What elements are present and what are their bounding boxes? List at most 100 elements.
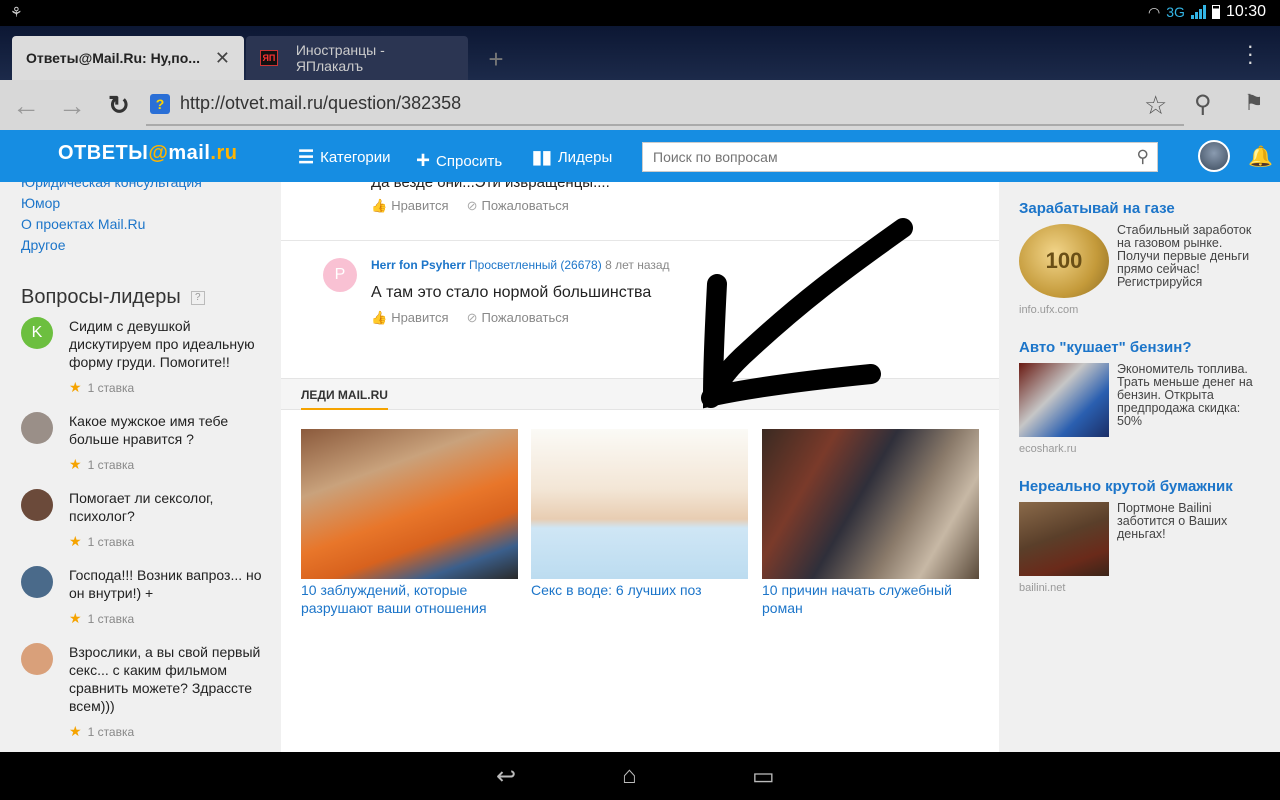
nav-ask[interactable]: + Спросить [416, 147, 502, 175]
recent-apps-icon[interactable]: ▭ [752, 762, 775, 791]
tab-active[interactable]: Ответы@Mail.Ru: Ну,по... ✕ [12, 36, 244, 80]
answer-author[interactable]: Herr fon Psyherr [371, 258, 466, 272]
article-caption[interactable]: 10 заблуждений, которые разрушают ваши о… [301, 581, 518, 617]
report-icon: ⊘ [466, 198, 478, 213]
tab-ladies[interactable]: ЛЕДИ MAIL.RU [301, 388, 388, 410]
report-button[interactable]: ⊘ Пожаловаться [467, 310, 569, 326]
bet-text: 1 ставка [87, 725, 135, 739]
search-icon[interactable]: ⚲ [1137, 147, 1149, 167]
bell-icon[interactable]: 🔔 [1248, 144, 1273, 169]
search-input[interactable] [643, 143, 1103, 171]
report-icon: ⊘ [466, 310, 478, 325]
help-icon[interactable]: ? [190, 290, 205, 305]
ad-block[interactable]: Авто "кушает" бензин? Экономитель топлив… [1019, 339, 1269, 455]
like-button[interactable]: 👍 Нравится [371, 310, 449, 326]
category-link[interactable]: Юридическая консультация [21, 182, 202, 190]
page-content: Юридическая консультация Юмор О проектах… [0, 182, 1280, 752]
article-image[interactable] [762, 429, 979, 579]
bet-text: 1 ставка [87, 381, 135, 395]
tab-inactive[interactable]: ЯП Иностранцы - ЯПлакалъ [246, 36, 468, 80]
home-nav-icon[interactable]: ⌂ [622, 762, 637, 790]
avatar[interactable]: P [323, 258, 357, 292]
site-header: ОТВЕТЫ@mail.ru ☰ Категории + Спросить ▮▮ Ли… [0, 130, 1280, 182]
clock: 10:30 [1225, 3, 1266, 20]
article-image[interactable] [301, 429, 518, 579]
forward-icon[interactable]: → [58, 90, 86, 122]
ad-description: Портмоне Bailini заботится о Ваших деньг… [1117, 501, 1228, 541]
ad-source: bailini.net [1019, 582, 1066, 594]
answer-text: Да везде они...Эти извращенцы.... [371, 182, 610, 191]
question-text[interactable]: Какое мужское имя тебе больше нравится ? [69, 412, 269, 448]
article-caption[interactable]: Секс в воде: 6 лучших поз [531, 581, 748, 599]
leaders-title: Вопросы-лидеры? [21, 286, 205, 309]
report-button[interactable]: ⊘ Пожаловаться [467, 198, 569, 214]
ad-block[interactable]: Нереально крутой бумажник Портмоне Baili… [1019, 478, 1269, 594]
bookmark-star-icon[interactable]: ☆ [1144, 90, 1167, 121]
article-image[interactable] [531, 429, 748, 579]
ad-block[interactable]: Зарабатывай на газе 100 Стабильный зараб… [1019, 200, 1269, 316]
wifi-icon: ◠ [1148, 3, 1161, 20]
thumb-up-icon: 👍 [371, 310, 388, 325]
back-icon[interactable]: ← [12, 90, 40, 122]
user-avatar[interactable] [1198, 140, 1230, 172]
ad-image[interactable] [1019, 363, 1109, 437]
search-icon[interactable]: ⚲ [1194, 90, 1212, 119]
yaplakal-favicon-icon: ЯП [260, 50, 278, 66]
article-caption[interactable]: 10 причин начать служебный роман [762, 581, 979, 617]
site-favicon-icon: ? [150, 94, 170, 114]
answer-actions: 👍 Нравится ⊘ Пожаловаться [371, 198, 569, 214]
star-icon: ★ [69, 379, 82, 395]
answer-actions: 👍 Нравится ⊘ Пожаловаться [371, 310, 569, 326]
thumb-up-icon: 👍 [371, 198, 388, 213]
signal-icon [1190, 5, 1206, 19]
reload-icon[interactable]: ↻ [108, 90, 130, 121]
network-type: 3G [1166, 4, 1185, 20]
ad-title[interactable]: Авто "кушает" бензин? [1019, 339, 1269, 356]
question-text[interactable]: Господа!!! Возник вапроз... но он внутри… [69, 566, 269, 602]
new-tab-button[interactable]: + [474, 44, 518, 80]
like-label: Нравится [391, 198, 449, 213]
question-text[interactable]: Сидим с девушкой дискутируем про идеальн… [69, 317, 269, 371]
author-rank[interactable]: Просветленный (26678) [469, 258, 602, 272]
avatar: K [21, 317, 53, 349]
star-icon: ★ [69, 533, 82, 549]
article-card[interactable]: 10 заблуждений, которые разрушают ваши о… [301, 429, 518, 617]
question-text[interactable]: Помогает ли сексолог, психолог? [69, 489, 269, 525]
answer-text: А там это стало нормой большинства [371, 284, 652, 301]
bet-count: ★ 1 ставка [69, 456, 134, 473]
like-button[interactable]: 👍 Нравится [371, 198, 449, 214]
main-column: Да везде они...Эти извращенцы.... 👍 Нрави… [281, 182, 999, 752]
bookmarks-icon[interactable]: ⚑ [1244, 90, 1264, 116]
status-icons: ◠ 3G 10:30 [1148, 3, 1266, 21]
category-link[interactable]: Юмор [21, 195, 60, 211]
nav-categories[interactable]: ☰ Категории [298, 147, 391, 168]
ad-image[interactable]: 100 [1019, 224, 1109, 298]
category-link[interactable]: О проектах Mail.Ru [21, 216, 145, 232]
overflow-menu-icon[interactable]: · · · [1247, 35, 1254, 73]
tab-title: Ответы@Mail.Ru: Ну,по... [26, 50, 200, 66]
like-label: Нравится [391, 310, 449, 325]
category-link[interactable]: Другое [21, 237, 65, 253]
ad-image[interactable] [1019, 502, 1109, 576]
article-card[interactable]: 10 причин начать служебный роман [762, 429, 979, 617]
nav-label: Лидеры [557, 149, 613, 166]
ad-title[interactable]: Зарабатывай на газе [1019, 200, 1269, 217]
bet-text: 1 ставка [87, 535, 135, 549]
right-sidebar: Зарабатывай на газе 100 Стабильный зараб… [1000, 182, 1280, 752]
avatar [21, 489, 53, 521]
avatar [21, 566, 53, 598]
report-label: Пожаловаться [481, 310, 569, 325]
url-field[interactable]: http://otvet.mail.ru/question/382358 [180, 93, 461, 114]
bet-count: ★ 1 ставка [69, 723, 134, 740]
ad-source: info.ufx.com [1019, 304, 1079, 316]
close-tab-icon[interactable]: ✕ [215, 48, 230, 69]
article-card[interactable]: Секс в воде: 6 лучших поз [531, 429, 748, 599]
ad-title[interactable]: Нереально крутой бумажник [1019, 478, 1269, 495]
nav-leaders[interactable]: ▮▮ Лидеры [532, 147, 612, 168]
question-text[interactable]: Взрослики, а вы свой первый секс... с ка… [69, 643, 269, 715]
site-logo[interactable]: ОТВЕТЫ@mail.ru [58, 142, 237, 165]
ad-source: ecoshark.ru [1019, 443, 1077, 455]
nav-label: Категории [320, 149, 391, 166]
bar-chart-icon: ▮▮ [532, 147, 552, 167]
back-nav-icon[interactable]: ↩ [496, 762, 516, 791]
